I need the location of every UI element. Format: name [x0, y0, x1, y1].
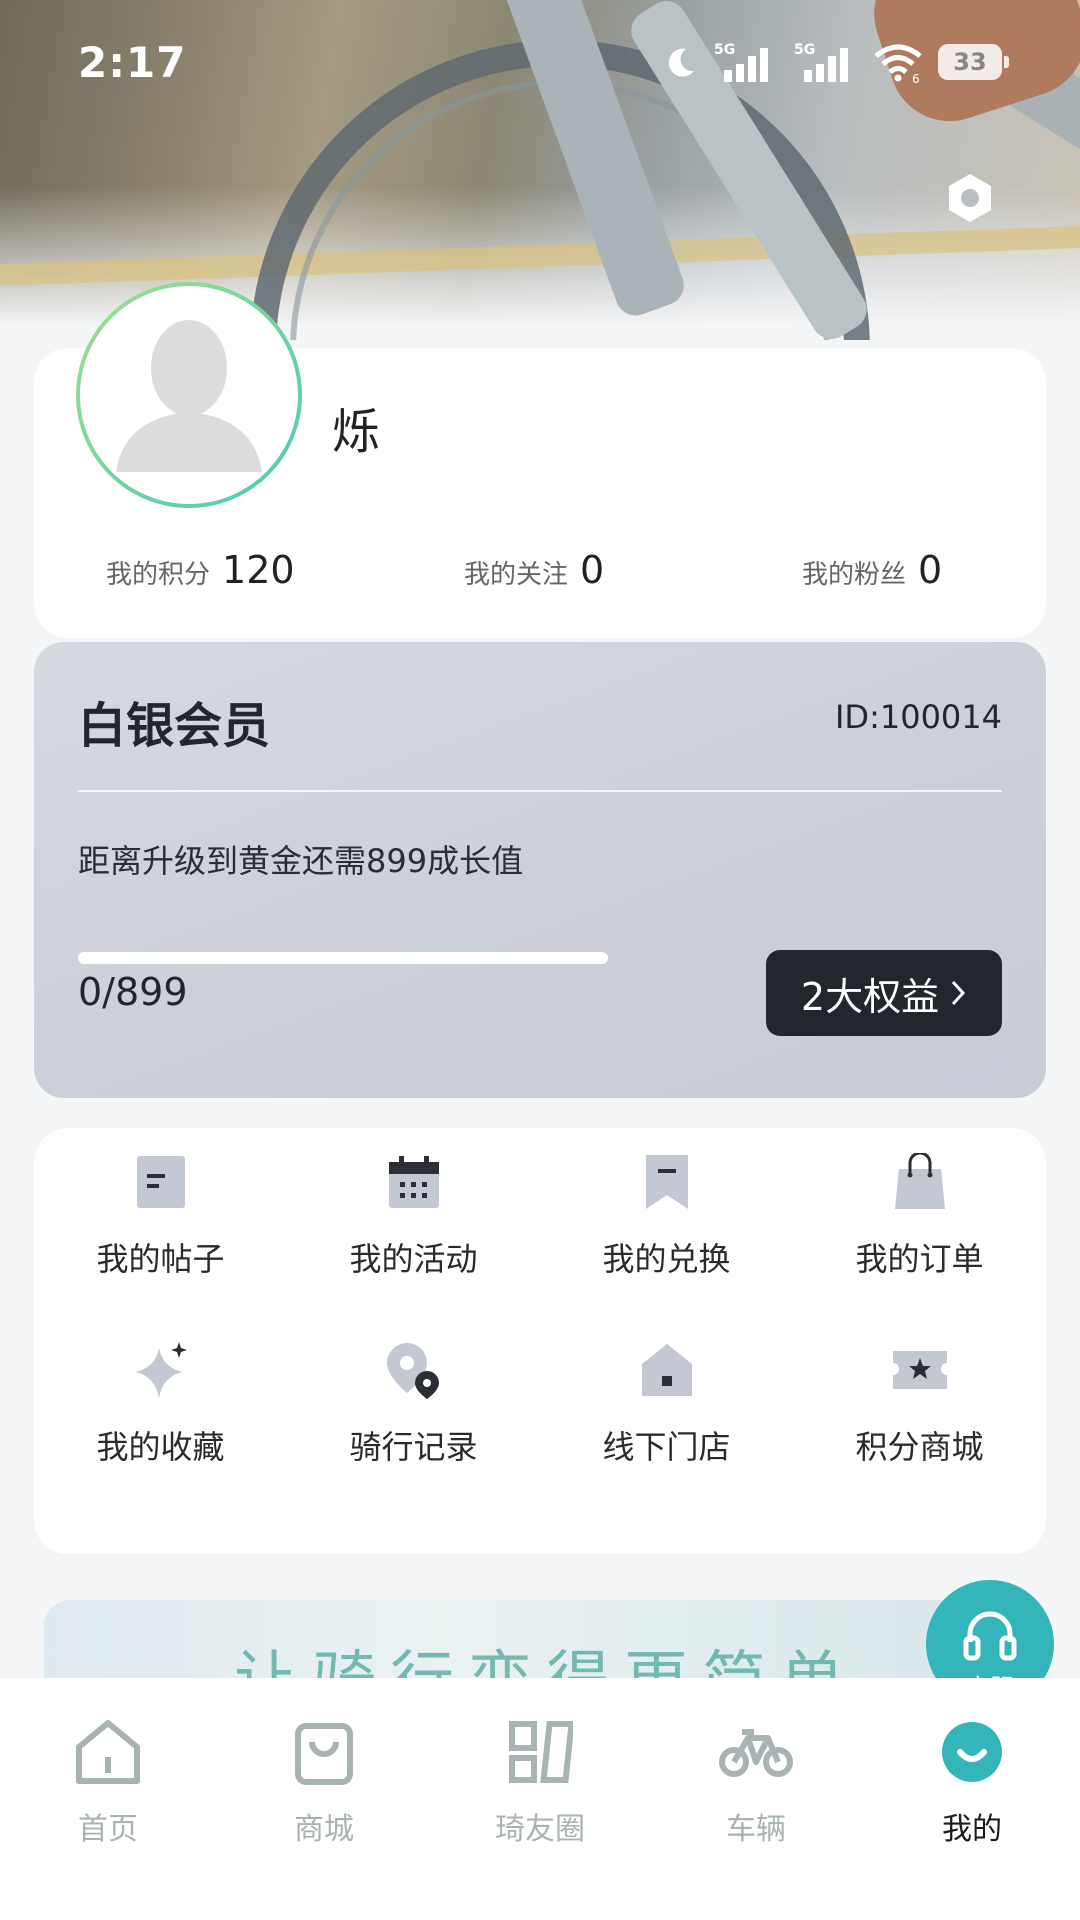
status-icons: 5G 5G 6 33 — [664, 40, 1009, 84]
grid-item-points-mall[interactable]: 积分商城 — [793, 1316, 1046, 1486]
growth-progress-text: 0/899 — [78, 970, 188, 1014]
home-icon — [70, 1714, 146, 1790]
stat-value: 120 — [222, 548, 295, 592]
member-id: ID:100014 — [834, 698, 1002, 736]
benefits-button[interactable]: 2大权益 — [766, 950, 1002, 1036]
nav-label: 首页 — [78, 1812, 138, 1847]
moon-icon — [668, 48, 694, 77]
stat-followers[interactable]: 我的粉丝 0 — [802, 548, 942, 592]
membership-card[interactable]: 白银会员 ID:100014 距离升级到黄金还需899成长值 0/899 2大权… — [34, 642, 1046, 1098]
grid-item-label: 我的收藏 — [96, 1428, 225, 1466]
chevron-right-icon — [951, 980, 966, 1006]
stat-label: 我的关注 — [464, 560, 569, 590]
nav-label: 商城 — [294, 1812, 354, 1847]
stat-points[interactable]: 我的积分 120 — [106, 548, 295, 592]
grid-item-my-orders[interactable]: 我的订单 — [793, 1128, 1046, 1298]
grid-item-label: 线下门店 — [602, 1428, 731, 1466]
nav-item-community[interactable]: 琦友圈 — [432, 1714, 648, 1854]
nav-label: 我的 — [942, 1812, 1002, 1847]
nav-label: 车辆 — [726, 1812, 786, 1847]
nav-item-shop[interactable]: 商城 — [216, 1714, 432, 1854]
calendar-icon — [384, 1152, 444, 1212]
stat-following[interactable]: 我的关注 0 — [464, 548, 604, 592]
grid-item-my-posts[interactable]: 我的帖子 — [34, 1128, 287, 1298]
signal-5g-icon: 5G — [714, 42, 768, 82]
settings-hexagon-icon — [949, 174, 991, 222]
headset-icon — [963, 1611, 1017, 1661]
stat-value: 0 — [580, 548, 605, 592]
grid-item-label: 我的活动 — [349, 1240, 478, 1278]
grid-item-label: 积分商城 — [855, 1428, 984, 1466]
stat-label: 我的积分 — [106, 560, 211, 590]
shopping-bag-icon — [890, 1152, 950, 1212]
stat-value: 0 — [918, 548, 943, 592]
upgrade-description: 距离升级到黄金还需899成长值 — [78, 842, 524, 880]
bottom-navigation: 首页 商城 琦友圈 车辆 我的 — [0, 1678, 1080, 1920]
bicycle-icon — [718, 1714, 794, 1790]
grid-item-my-favorites[interactable]: 我的收藏 — [34, 1316, 287, 1486]
grid-item-offline-stores[interactable]: 线下门店 — [540, 1316, 793, 1486]
grid-item-label: 我的帖子 — [96, 1240, 225, 1278]
nav-item-home[interactable]: 首页 — [0, 1714, 216, 1854]
avatar[interactable] — [76, 282, 302, 508]
grid-item-label: 我的兑换 — [602, 1240, 731, 1278]
svg-text:5G: 5G — [714, 42, 735, 58]
nav-label: 琦友圈 — [495, 1812, 585, 1847]
svg-text:5G: 5G — [794, 42, 815, 58]
grid-item-my-redemptions[interactable]: 我的兑换 — [540, 1128, 793, 1298]
ticket-star-icon — [890, 1340, 950, 1400]
status-bar: 2:17 5G 5G 6 33 — [0, 0, 1080, 130]
community-icon — [502, 1714, 578, 1790]
default-avatar-icon — [116, 320, 262, 472]
nav-item-me[interactable]: 我的 — [864, 1714, 1080, 1854]
signal-5g-icon: 5G — [794, 42, 848, 82]
svg-text:6: 6 — [912, 72, 920, 84]
username: 烁 — [332, 404, 381, 460]
divider — [78, 790, 1002, 792]
status-time: 2:17 — [78, 38, 187, 87]
location-pin-icon — [384, 1340, 444, 1400]
growth-progress-fill — [78, 952, 608, 964]
grid-item-my-activities[interactable]: 我的活动 — [287, 1128, 540, 1298]
grid-item-label: 我的订单 — [855, 1240, 984, 1278]
post-icon — [131, 1152, 191, 1212]
profile-stats: 我的积分 120 我的关注 0 我的粉丝 0 — [0, 548, 1080, 598]
grid-item-label: 骑行记录 — [349, 1428, 478, 1466]
settings-button[interactable] — [940, 168, 1000, 228]
growth-progress-bar — [78, 952, 608, 964]
bookmark-icon — [637, 1152, 697, 1212]
shop-icon — [286, 1714, 362, 1790]
benefits-label: 2大权益 — [800, 974, 940, 1019]
grid-item-riding-records[interactable]: 骑行记录 — [287, 1316, 540, 1486]
wifi-icon: 6 — [874, 44, 922, 84]
function-grid: 我的帖子 我的活动 我的兑换 我的订单 我的收藏 骑行记录 线下门店 积分商城 — [34, 1128, 1046, 1554]
membership-level: 白银会员 — [78, 698, 271, 754]
nav-item-vehicle[interactable]: 车辆 — [648, 1714, 864, 1854]
store-icon — [637, 1340, 697, 1400]
battery-icon: 33 — [938, 44, 1009, 80]
stat-label: 我的粉丝 — [802, 560, 907, 590]
profile-smile-icon — [934, 1714, 1010, 1790]
sparkle-icon — [131, 1340, 191, 1400]
